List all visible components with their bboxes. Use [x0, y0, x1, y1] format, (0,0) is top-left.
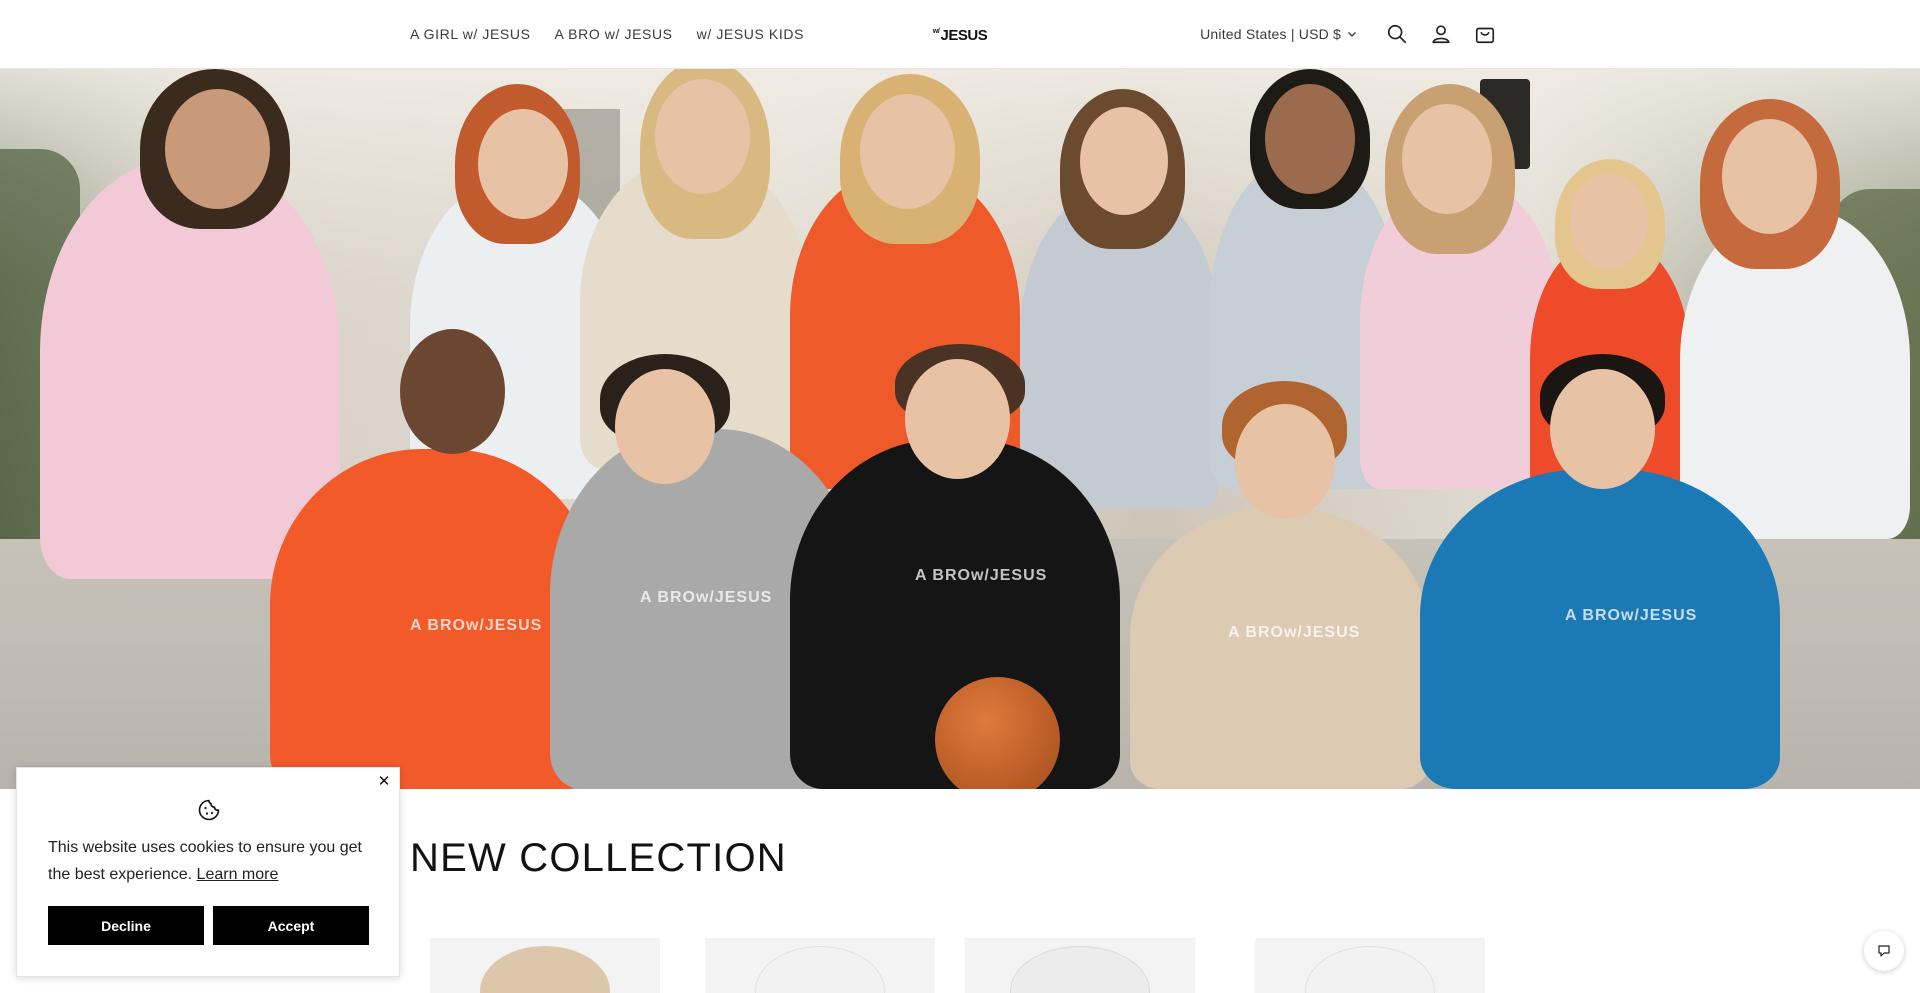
- person-face: [1402, 104, 1492, 214]
- account-icon: [1432, 25, 1450, 44]
- person-face: [1235, 404, 1335, 519]
- hoodie-print: A BROw/JESUS: [1228, 624, 1361, 641]
- search-icon: [1387, 24, 1407, 44]
- hoodie-print: A BROw/JESUS: [915, 567, 1048, 584]
- site-logo[interactable]: w/ JESUS: [932, 24, 988, 44]
- person-face: [1550, 369, 1655, 489]
- person: [1130, 509, 1430, 789]
- cookie-message: This website uses cookies to ensure you …: [48, 834, 378, 888]
- person-face: [400, 329, 505, 454]
- person-face: [1080, 107, 1168, 215]
- hoodie-print: A BROw/JESUS: [1565, 607, 1698, 624]
- cookie-icon: [198, 799, 220, 821]
- chat-icon: [1878, 945, 1890, 957]
- logo-text: JESUS: [940, 27, 988, 44]
- decline-button[interactable]: Decline: [48, 906, 204, 945]
- product-image: [1305, 946, 1435, 993]
- person-face: [615, 369, 715, 484]
- cookie-banner: ✕ This website uses cookies to ensure yo…: [16, 767, 400, 977]
- person-face: [860, 94, 955, 209]
- header-actions: United States | USD $: [1200, 0, 1507, 68]
- logo-prefix: w/: [932, 28, 940, 35]
- hoodie-print: A BROw/JESUS: [640, 589, 773, 606]
- nav-link-bro[interactable]: A BRO w/ JESUS: [555, 26, 673, 42]
- product-image: [1010, 946, 1150, 993]
- hoodie-print: A BROw/JESUS: [410, 617, 543, 634]
- person-face: [1265, 84, 1355, 194]
- accept-button[interactable]: Accept: [213, 906, 369, 945]
- nav-link-girl[interactable]: A GIRL w/ JESUS: [410, 26, 531, 42]
- account-button[interactable]: [1419, 12, 1463, 56]
- locale-label: United States | USD $: [1200, 26, 1341, 42]
- product-card[interactable]: [1255, 938, 1485, 993]
- product-image: [480, 946, 610, 993]
- nav-link-kids[interactable]: w/ JESUS KIDS: [697, 26, 804, 42]
- site-header: A GIRL w/ JESUS A BRO w/ JESUS w/ JESUS …: [0, 0, 1920, 69]
- hero-image[interactable]: A BROw/JESUS A BROw/JESUS A BROw/JESUS A…: [0, 69, 1920, 789]
- learn-more-link[interactable]: Learn more: [197, 866, 279, 883]
- collection-title: NEW COLLECTION: [410, 836, 787, 880]
- person-face: [478, 109, 568, 219]
- person-face: [1570, 174, 1648, 269]
- person-face: [905, 359, 1010, 479]
- person-face: [165, 89, 270, 209]
- chat-button[interactable]: [1864, 931, 1904, 971]
- product-card[interactable]: [430, 938, 660, 993]
- product-card[interactable]: [705, 938, 935, 993]
- close-icon[interactable]: ✕: [375, 772, 393, 790]
- main-nav: A GIRL w/ JESUS A BRO w/ JESUS w/ JESUS …: [410, 0, 804, 68]
- search-button[interactable]: [1375, 12, 1419, 56]
- product-card[interactable]: [965, 938, 1195, 993]
- chevron-down-icon: [1348, 32, 1356, 37]
- cart-button[interactable]: [1463, 12, 1507, 56]
- cart-icon: [1475, 27, 1495, 44]
- person: [1420, 469, 1780, 789]
- person-face: [1722, 119, 1817, 234]
- person-face: [655, 79, 750, 194]
- product-image: [755, 946, 885, 993]
- locale-selector[interactable]: United States | USD $: [1200, 26, 1357, 42]
